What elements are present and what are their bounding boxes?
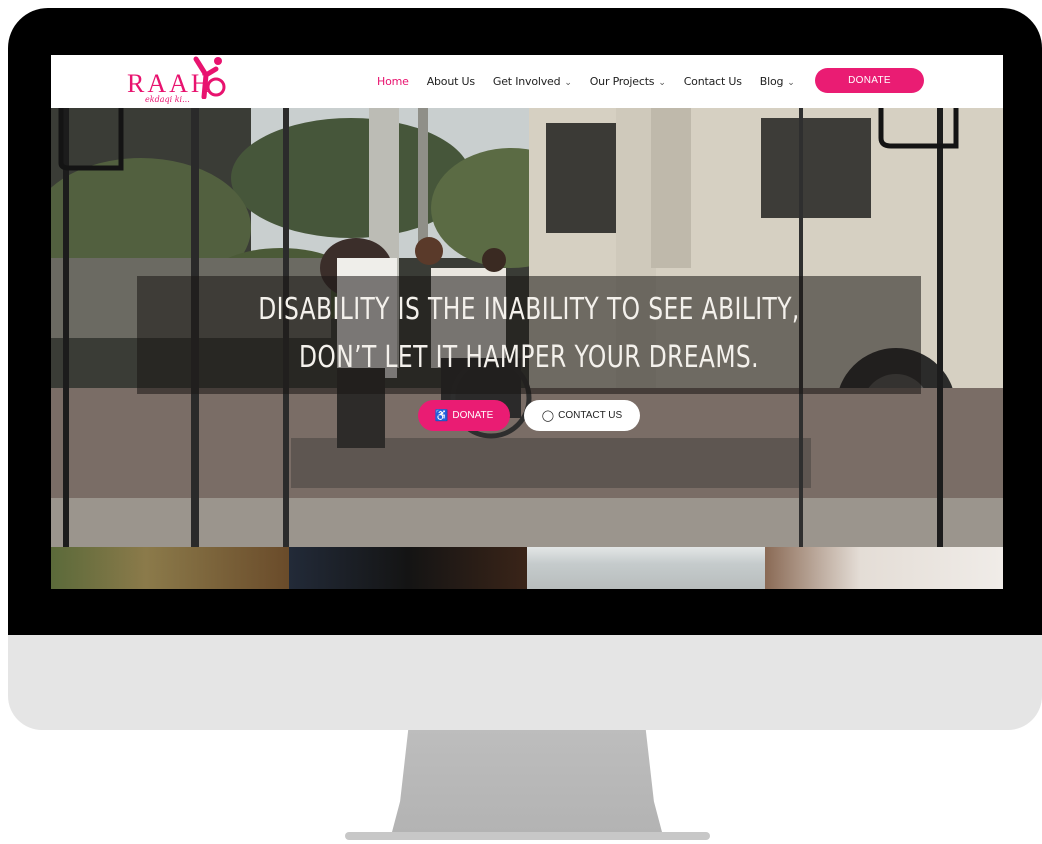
nav-item-blog[interactable]: Blog ⌄ xyxy=(760,75,795,88)
site-logo[interactable]: RAAH ekdaqi ki... xyxy=(127,56,237,107)
main-nav: Home About Us Get Involved ⌄ Our Projects… xyxy=(377,55,813,108)
chat-bubble-icon: ◯ xyxy=(541,410,555,422)
nav-item-label: Get Involved xyxy=(492,75,561,88)
thumbnail-image[interactable] xyxy=(527,547,765,589)
nav-item-label: Blog xyxy=(759,75,784,88)
hero-section: Disability is the inability to see abili… xyxy=(51,108,1003,547)
header-donate-button[interactable]: DONATE xyxy=(815,68,924,93)
nav-item-label: Our Projects xyxy=(589,75,655,88)
thumbnail-image[interactable] xyxy=(51,547,289,589)
logo-figure-icon xyxy=(193,56,226,99)
site-header: RAAH ekdaqi ki... Home About Us Get Invo… xyxy=(51,55,1003,108)
chevron-down-icon: ⌄ xyxy=(658,78,666,88)
nav-item-label: About Us xyxy=(426,75,475,88)
nav-item-get-involved[interactable]: Get Involved ⌄ xyxy=(493,75,572,88)
monitor-stand-base xyxy=(345,832,710,840)
nav-item-our-projects[interactable]: Our Projects ⌄ xyxy=(590,75,666,88)
logo-tagline: ekdaqi ki... xyxy=(145,95,190,104)
hero-quote: Disability is the inability to see abili… xyxy=(258,292,800,375)
wheelchair-icon: ♿ xyxy=(434,410,449,422)
browser-viewport: RAAH ekdaqi ki... Home About Us Get Invo… xyxy=(51,55,1003,589)
chevron-down-icon: ⌄ xyxy=(564,78,572,88)
nav-item-label: Home xyxy=(377,75,409,88)
nav-item-label: Contact Us xyxy=(683,75,742,88)
thumbnail-image[interactable] xyxy=(765,547,1003,589)
hero-contact-label: CONTACT US xyxy=(558,410,623,421)
hero-donate-label: DONATE xyxy=(452,410,494,421)
thumbnail-image[interactable] xyxy=(289,547,527,589)
monitor-stand xyxy=(392,730,662,832)
project-thumbnails xyxy=(51,547,1003,589)
nav-item-home[interactable]: Home xyxy=(377,75,409,88)
hero-contact-button[interactable]: ◯ CONTACT US xyxy=(524,400,640,431)
chevron-down-icon: ⌄ xyxy=(787,78,795,88)
nav-item-contact-us[interactable]: Contact Us xyxy=(684,75,742,88)
nav-item-about-us[interactable]: About Us xyxy=(427,75,475,88)
hero-donate-button[interactable]: ♿ DONATE xyxy=(418,400,510,431)
monitor-chin xyxy=(8,635,1042,730)
